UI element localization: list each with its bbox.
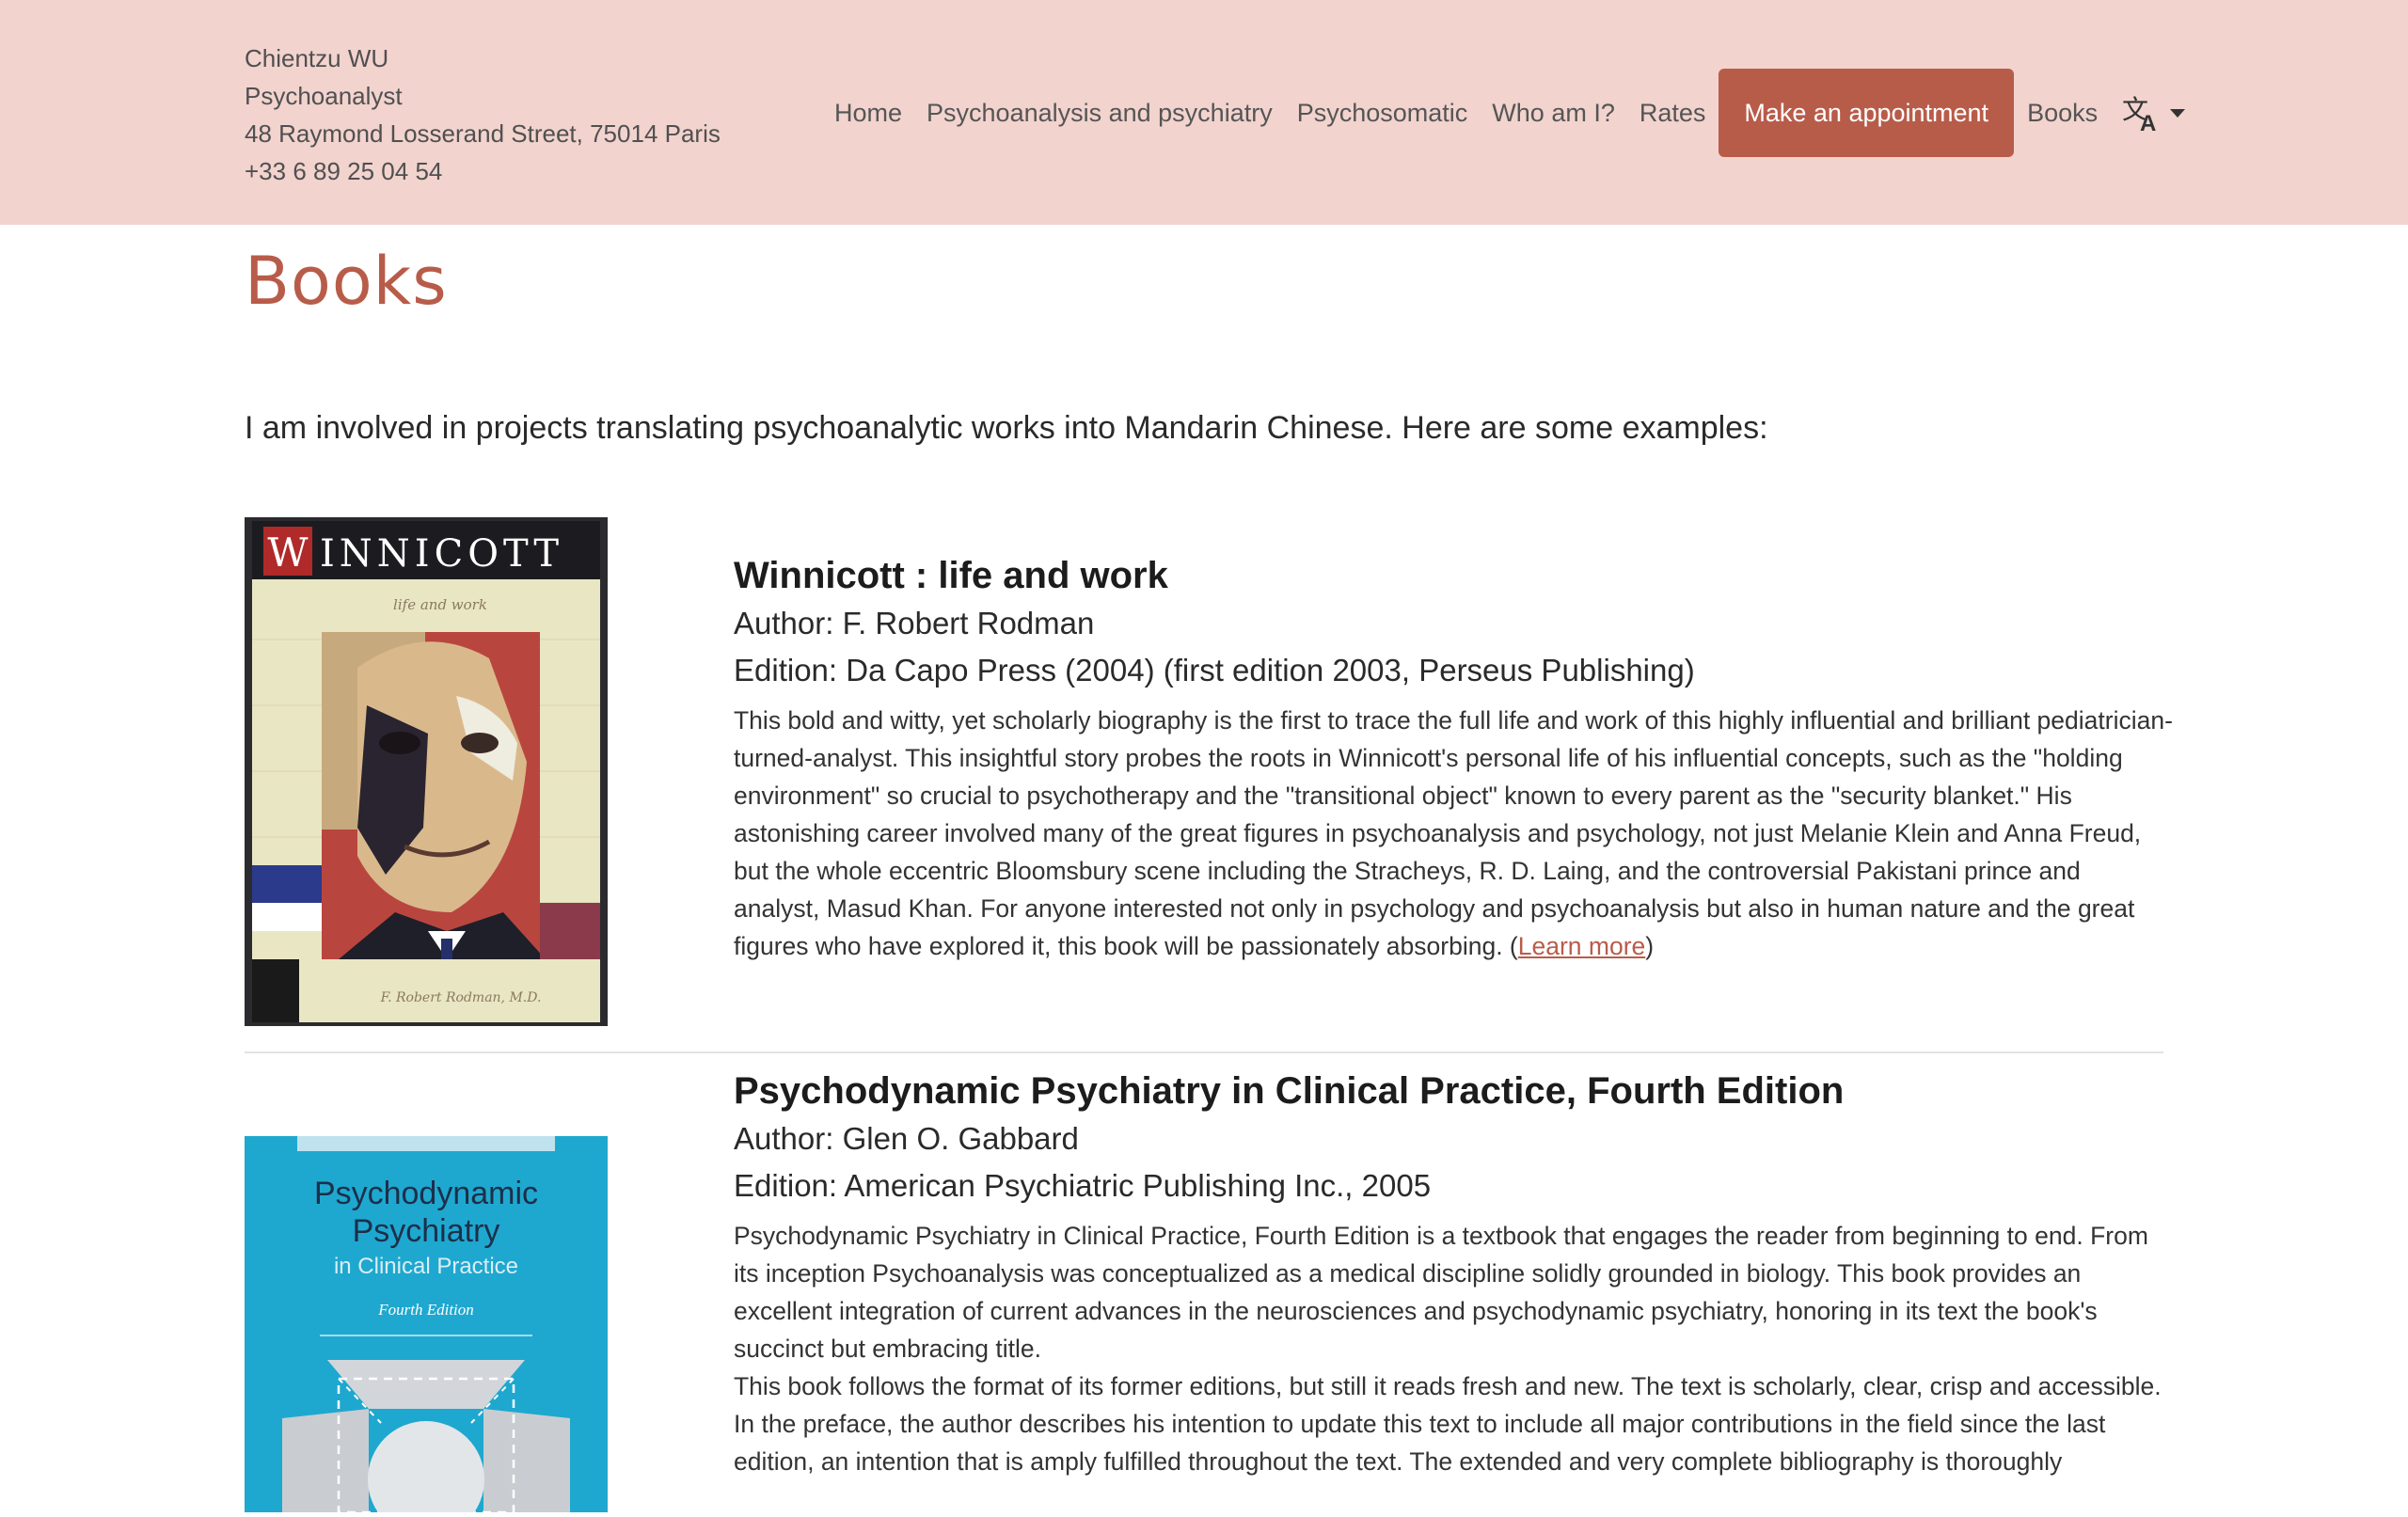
cover-title: INNICOTT (320, 532, 563, 576)
book-description: This bold and witty, yet scholarly biogr… (734, 702, 2173, 965)
nav-books[interactable]: Books (2015, 99, 2110, 128)
learn-more-link[interactable]: Learn more (1518, 932, 1646, 960)
book-info: Winnicott : life and work Author: F. Rob… (734, 551, 2173, 965)
book-cover-image: Psychodynamic Psychiatry in Clinical Pra… (245, 1136, 608, 1517)
page-title: Books (245, 243, 448, 320)
contact-name: Chientzu WU (245, 44, 389, 72)
book-item: W INNICOTT life and work F. Robert Rodma… (245, 517, 2173, 1026)
book-author: Author: F. Robert Rodman (734, 606, 1095, 640)
site-header: Chientzu WU Psychoanalyst 48 Raymond Los… (0, 0, 2408, 225)
contact-block: Chientzu WU Psychoanalyst 48 Raymond Los… (245, 40, 721, 190)
intro-text: I am involved in projects translating ps… (245, 410, 1768, 446)
nav-rates[interactable]: Rates (1627, 99, 1719, 128)
book-edition: Edition: Da Capo Press (2004) (first edi… (734, 653, 1695, 687)
book-divider (245, 1051, 2163, 1053)
nav-psychosomatic[interactable]: Psychosomatic (1285, 99, 1481, 128)
contact-address: 48 Raymond Losserand Street, 75014 Paris (245, 119, 721, 148)
book-description-text: This bold and witty, yet scholarly biogr… (734, 706, 2173, 960)
contact-role: Psychoanalyst (245, 82, 403, 110)
book-info: Psychodynamic Psychiatry in Clinical Pra… (734, 1067, 2173, 1480)
book-title: Psychodynamic Psychiatry in Clinical Pra… (734, 1070, 1845, 1112)
book-description: This book follows the format of its form… (734, 1372, 2162, 1476)
book-description-close: ) (1645, 932, 1655, 960)
book-cover-image: W INNICOTT life and work F. Robert Rodma… (245, 517, 608, 1026)
book-cover-psychodynamic: Psychodynamic Psychiatry in Clinical Pra… (245, 1136, 608, 1517)
cover-title-initial: W (267, 529, 309, 576)
nav-home[interactable]: Home (822, 99, 914, 128)
main-nav: Home Psychoanalysis and psychiatry Psych… (822, 69, 2186, 157)
book-edition: Edition: American Psychiatric Publishing… (734, 1168, 1432, 1203)
book-description: Psychodynamic Psychiatry in Clinical Pra… (734, 1222, 2148, 1363)
cover-author: F. Robert Rodman, M.D. (380, 990, 542, 1005)
book-title: Winnicott : life and work (734, 555, 1168, 596)
cover-line-1: Psychodynamic (314, 1176, 538, 1211)
book-cover-winnicott: W INNICOTT life and work F. Robert Rodma… (245, 517, 608, 1031)
contact-phone: +33 6 89 25 04 54 (245, 157, 443, 185)
book-author: Author: Glen O. Gabbard (734, 1121, 1079, 1156)
book-item: Psychodynamic Psychiatry in Clinical Pra… (245, 1070, 2163, 1517)
language-dropdown[interactable]: 文 A (2121, 93, 2186, 133)
cover-line-2: Psychiatry (353, 1213, 500, 1249)
cover-line-3: in Clinical Practice (334, 1254, 518, 1279)
cover-subtitle: life and work (393, 596, 487, 613)
cover-line-4: Fourth Edition (377, 1301, 474, 1319)
svg-text:A: A (2140, 111, 2156, 133)
chevron-down-icon (2170, 108, 2186, 118)
make-appointment-button[interactable]: Make an appointment (1719, 69, 2015, 157)
nav-who-am-i[interactable]: Who am I? (1480, 99, 1627, 128)
nav-psychoanalysis[interactable]: Psychoanalysis and psychiatry (914, 99, 1285, 128)
translate-icon: 文 A (2122, 94, 2156, 133)
